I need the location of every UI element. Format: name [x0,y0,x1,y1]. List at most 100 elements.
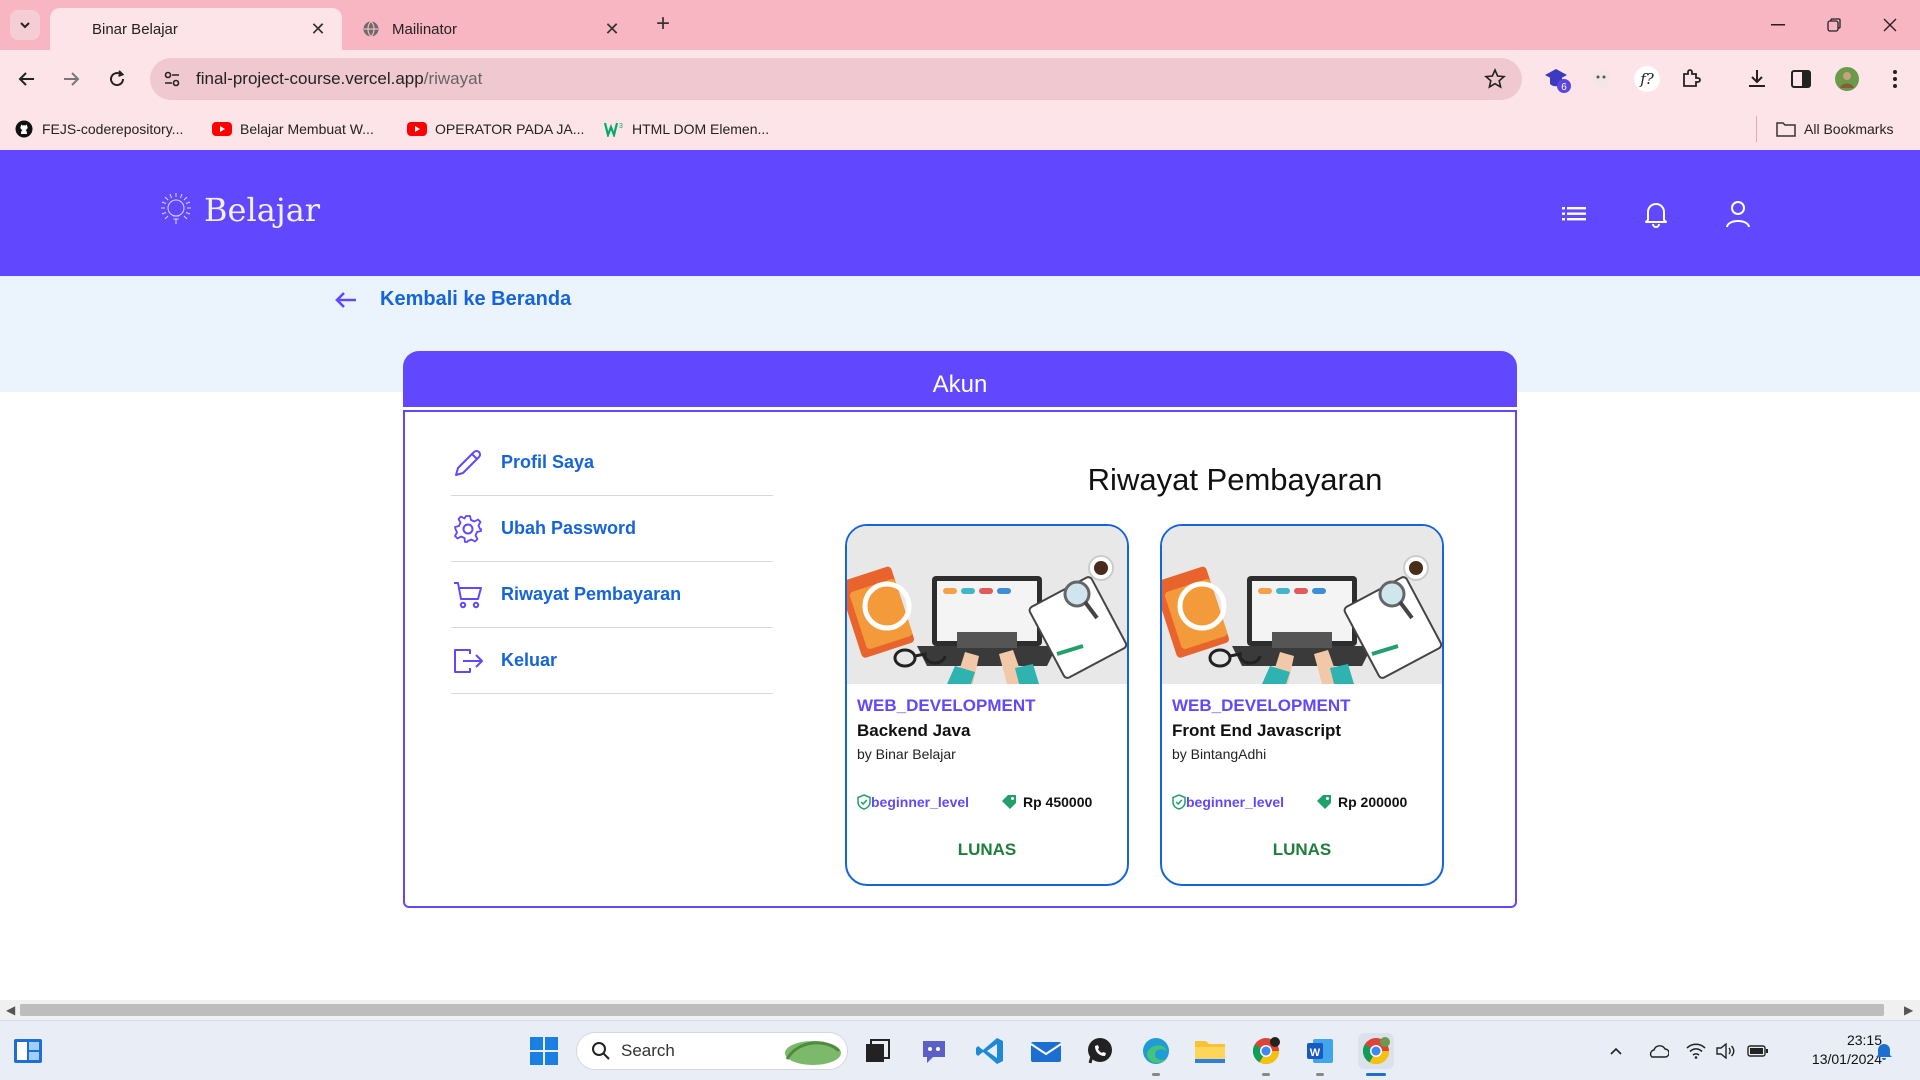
battery-icon[interactable] [1746,1039,1770,1063]
chat-icon[interactable] [916,1033,952,1069]
menu-item-profil-saya[interactable]: Profil Saya [451,430,773,496]
edge-icon[interactable] [1138,1033,1174,1069]
price-tag-icon [1002,795,1016,809]
profile-avatar[interactable] [1832,64,1862,94]
windows-taskbar: Search W 23:15 13/01/2024 [0,1020,1920,1080]
widgets-icon[interactable] [10,1033,46,1069]
course-level: beginner_level [1172,794,1284,810]
lightbulb-logo-icon [161,193,191,224]
address-bar[interactable]: final-project-course.vercel.app/riwayat [150,58,1522,100]
running-indicator [1152,1073,1160,1076]
notifications-button[interactable] [1640,198,1672,230]
forward-button[interactable] [56,64,86,94]
bookmark-item[interactable]: Belajar Membuat W... [212,118,374,140]
bookmarks-bar: FEJS-coderepository... Belajar Membuat W… [0,108,1920,150]
start-button[interactable] [526,1033,562,1069]
bookmark-item[interactable]: 3 HTML DOM Elemen... [604,118,769,140]
bookmark-item[interactable]: FEJS-coderepository... [14,118,183,140]
close-icon [1883,18,1897,32]
wifi-icon[interactable] [1684,1039,1708,1063]
course-card[interactable]: WEB_DEVELOPMENT Backend Java by Binar Be… [845,524,1129,886]
close-tab-icon[interactable]: ✕ [308,19,328,40]
course-image [1162,526,1442,684]
bookmark-star-icon[interactable] [1484,68,1506,90]
bookmark-item[interactable]: OPERATOR PADA JA... [407,118,584,140]
bell-icon [1645,203,1667,228]
course-category: WEB_DEVELOPMENT [857,696,1036,715]
site-logo[interactable]: Belajar [156,190,320,230]
downloads-icon[interactable] [1742,64,1772,94]
youtube-icon [407,120,427,138]
gear-icon [451,512,485,546]
course-image [847,526,1127,684]
scrollbar-thumb[interactable] [20,1004,1884,1016]
reload-button[interactable] [102,64,132,94]
notification-bell-icon[interactable] [1872,1039,1896,1063]
arrow-left-icon [335,291,356,308]
url-text: final-project-course.vercel.app/riwayat [196,69,483,88]
payment-status: LUNAS [957,840,1017,859]
windows-logo-icon [530,1037,558,1065]
profile-button[interactable] [1722,198,1754,230]
extension-graduation-icon[interactable]: 6 [1542,64,1572,94]
shield-check-icon [857,794,871,810]
account-title: Akun [932,371,988,398]
menu-item-riwayat-pembayaran[interactable]: Riwayat Pembayaran [451,562,773,628]
mail-icon[interactable] [1028,1033,1064,1069]
course-level: beginner_level [857,794,969,810]
tab-mailinator[interactable]: Mailinator ✕ [348,8,636,50]
restore-icon [1827,18,1841,32]
site-info-icon[interactable] [162,69,182,89]
bookmarks-divider [1756,116,1757,142]
shield-check-icon [1172,794,1186,810]
word-icon[interactable]: W [1302,1033,1338,1069]
menu-item-label: Keluar [501,650,558,670]
logout-icon [451,644,485,678]
menu-item-keluar[interactable]: Keluar [451,628,773,694]
onedrive-icon[interactable] [1646,1039,1670,1063]
youtube-icon [212,120,232,138]
horizontal-scrollbar[interactable]: ◀ ▶ [0,1000,1920,1020]
page-favicon-icon [64,21,80,37]
menu-item-label: Profil Saya [501,452,595,472]
extensions-puzzle-icon[interactable] [1676,64,1706,94]
search-highlight-icon [785,1041,841,1065]
github-icon [14,120,34,138]
chrome-profile-icon[interactable] [1358,1033,1394,1069]
close-window-button[interactable] [1870,10,1910,40]
course-list-button[interactable] [1558,198,1590,230]
volume-icon[interactable] [1714,1039,1738,1063]
scroll-left-arrow-icon[interactable]: ◀ [6,1003,15,1017]
all-bookmarks-button[interactable]: All Bookmarks [1776,118,1893,140]
taskbar-search[interactable]: Search [576,1032,848,1070]
vscode-icon[interactable] [972,1033,1008,1069]
menu-item-ubah-password[interactable]: Ubah Password [451,496,773,562]
back-to-home-link[interactable]: Kembali ke Beranda [334,288,571,311]
back-button[interactable] [12,64,42,94]
minimize-button[interactable] [1758,10,1798,40]
extension-face-icon[interactable] [1586,64,1616,94]
arrow-right-icon [64,72,80,86]
price-tag-icon [1317,795,1331,809]
account-panel: Profil Saya Ubah Password Riwayat Pembay… [403,410,1517,908]
file-explorer-icon[interactable] [1192,1033,1228,1069]
section-title: Riwayat Pembayaran [1087,462,1383,497]
side-panel-icon[interactable] [1786,64,1816,94]
show-hidden-icons-icon[interactable] [1604,1039,1628,1063]
brand-name: Belajar [204,191,321,229]
task-view-icon[interactable] [860,1033,896,1069]
course-card[interactable]: WEB_DEVELOPMENT Front End Javascript by … [1160,524,1444,886]
browser-menu-button[interactable] [1880,64,1910,94]
system-clock[interactable]: 23:15 13/01/2024 [1782,1031,1882,1069]
folder-icon [1776,120,1796,138]
whatsapp-icon[interactable] [1082,1033,1118,1069]
new-tab-button[interactable]: + [650,12,676,38]
scroll-right-arrow-icon[interactable]: ▶ [1904,1003,1913,1017]
restore-button[interactable] [1814,10,1854,40]
tab-search-button[interactable] [10,10,40,40]
extension-formula-icon[interactable]: f? [1632,64,1662,94]
account-header: Akun [403,351,1517,407]
close-tab-icon[interactable]: ✕ [602,19,622,40]
tab-binar-belajar[interactable]: Binar Belajar ✕ [50,8,342,50]
chrome-icon[interactable] [1248,1033,1284,1069]
